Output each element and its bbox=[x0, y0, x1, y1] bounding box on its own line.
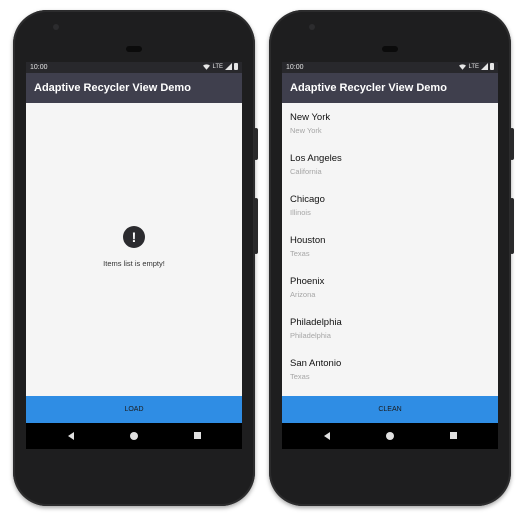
home-icon[interactable] bbox=[386, 432, 394, 440]
list-item[interactable]: San Antonio Texas bbox=[290, 358, 341, 388]
phone-left: 10:00 LTE Adaptive Recycler View Demo ! … bbox=[13, 10, 258, 506]
volume-button bbox=[510, 128, 514, 160]
network-type-label: LTE bbox=[212, 63, 223, 70]
item-subtitle: New York bbox=[290, 126, 322, 135]
app-bar: Adaptive Recycler View Demo bbox=[26, 73, 242, 103]
list-item[interactable]: Los Angeles California bbox=[290, 153, 342, 183]
item-subtitle: Texas bbox=[290, 249, 310, 258]
recents-icon[interactable] bbox=[194, 432, 201, 439]
empty-state: ! Items list is empty! bbox=[26, 226, 242, 268]
screen: 10:00 LTE Adaptive Recycler View Demo ! … bbox=[26, 62, 242, 423]
item-title: Phoenix bbox=[290, 276, 325, 287]
navigation-bar bbox=[282, 423, 498, 449]
wifi-icon bbox=[203, 63, 211, 70]
item-title: Los Angeles bbox=[290, 153, 342, 164]
load-button[interactable]: LOAD bbox=[26, 396, 242, 423]
power-button bbox=[510, 198, 514, 254]
status-bar: 10:00 LTE bbox=[26, 62, 242, 73]
item-title: Chicago bbox=[290, 194, 325, 205]
item-title: Philadelphia bbox=[290, 317, 342, 328]
item-title: San Antonio bbox=[290, 358, 342, 369]
list-item[interactable]: Chicago Illinois bbox=[290, 194, 325, 224]
item-title: New York bbox=[290, 112, 331, 123]
status-time: 10:00 bbox=[286, 64, 304, 71]
item-subtitle: Illinois bbox=[290, 208, 311, 217]
network-type-label: LTE bbox=[468, 63, 479, 70]
list-item[interactable]: Phoenix Arizona bbox=[290, 276, 324, 306]
exclamation-circle-icon: ! bbox=[123, 226, 145, 248]
signal-icon bbox=[481, 63, 488, 70]
list-item[interactable]: Philadelphia Philadelphia bbox=[290, 317, 342, 347]
front-camera bbox=[53, 24, 59, 30]
back-icon[interactable] bbox=[324, 432, 330, 440]
list-item[interactable]: New York New York bbox=[290, 112, 330, 142]
status-time: 10:00 bbox=[30, 64, 48, 71]
home-icon[interactable] bbox=[130, 432, 138, 440]
content-area: ! Items list is empty! bbox=[26, 103, 242, 396]
app-title: Adaptive Recycler View Demo bbox=[34, 82, 191, 94]
item-subtitle: Philadelphia bbox=[290, 331, 331, 340]
item-subtitle: Arizona bbox=[290, 290, 316, 299]
empty-message: Items list is empty! bbox=[103, 259, 165, 268]
status-icons: LTE bbox=[459, 63, 494, 70]
front-camera bbox=[309, 24, 315, 30]
list-item[interactable]: Houston Texas bbox=[290, 235, 325, 265]
status-bar: 10:00 LTE bbox=[282, 62, 498, 73]
recents-icon[interactable] bbox=[450, 432, 457, 439]
app-title: Adaptive Recycler View Demo bbox=[290, 82, 447, 94]
earpiece-speaker bbox=[382, 46, 398, 52]
signal-icon bbox=[225, 63, 232, 70]
power-button bbox=[254, 198, 258, 254]
screen: 10:00 LTE Adaptive Recycler View Demo Ne… bbox=[282, 62, 498, 423]
app-bar: Adaptive Recycler View Demo bbox=[282, 73, 498, 103]
item-subtitle: Texas bbox=[290, 372, 310, 381]
earpiece-speaker bbox=[126, 46, 142, 52]
city-list: New York New York Los Angeles California… bbox=[282, 103, 498, 396]
item-title: Houston bbox=[290, 235, 326, 246]
volume-button bbox=[254, 128, 258, 160]
wifi-icon bbox=[459, 63, 467, 70]
item-subtitle: California bbox=[290, 167, 322, 176]
status-icons: LTE bbox=[203, 63, 238, 70]
phone-right: 10:00 LTE Adaptive Recycler View Demo Ne… bbox=[269, 10, 514, 506]
clean-button[interactable]: CLEAN bbox=[282, 396, 498, 423]
battery-icon bbox=[234, 63, 238, 70]
back-icon[interactable] bbox=[68, 432, 74, 440]
battery-icon bbox=[490, 63, 494, 70]
navigation-bar bbox=[26, 423, 242, 449]
